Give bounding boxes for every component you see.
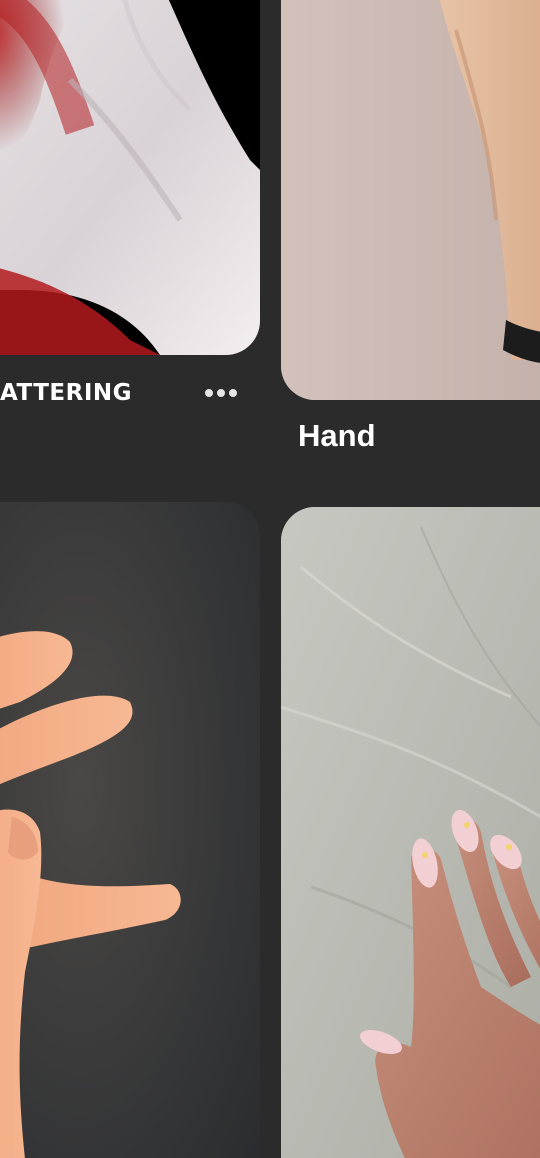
fingers-dark-background-photo	[0, 502, 260, 1158]
pin-image-raised-hand[interactable]	[281, 0, 540, 400]
pin-feed: ATTERING Hand	[0, 0, 540, 1158]
more-horizontal-icon	[205, 389, 213, 397]
pin-image-nails-linen[interactable]	[281, 507, 540, 1158]
pin-card[interactable]: ATTERING	[0, 0, 262, 420]
pin-title: Hand	[298, 418, 376, 453]
raised-hand-photo	[281, 0, 540, 400]
hand-red-light-photo	[0, 0, 260, 355]
pin-card[interactable]	[281, 507, 540, 1158]
more-dot	[229, 389, 237, 397]
pin-card[interactable]	[0, 502, 262, 1158]
more-options-button[interactable]	[198, 380, 244, 406]
pin-card[interactable]: Hand	[281, 0, 540, 480]
pin-image-fingers-dark[interactable]	[0, 502, 260, 1158]
pin-image-red-light-hand[interactable]	[0, 0, 260, 355]
more-dot	[217, 389, 225, 397]
pin-title: ATTERING	[0, 380, 133, 406]
hand-nails-linen-photo	[281, 507, 540, 1158]
